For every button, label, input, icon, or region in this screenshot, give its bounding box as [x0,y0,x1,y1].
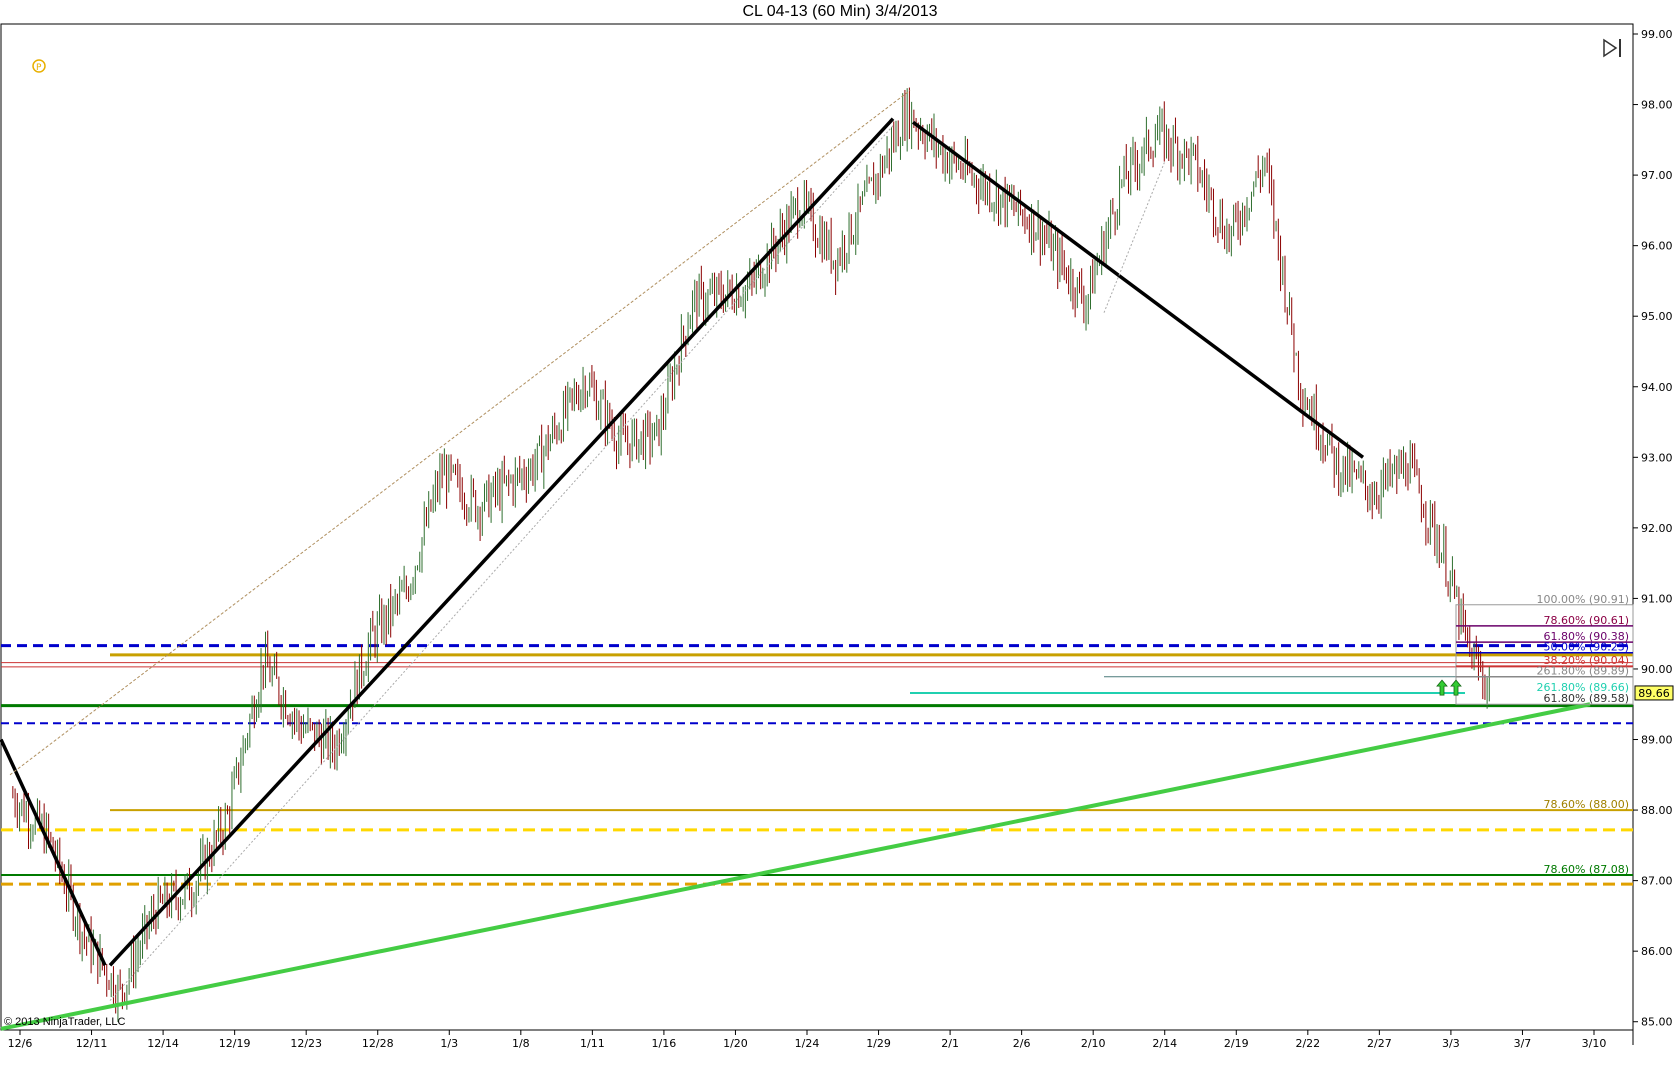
trendline-down-december [0,738,107,967]
candlestick-series [12,87,1490,1022]
y-tick-label: 99.00 [1641,28,1673,41]
fib-label: 50.00% (90.23) [1543,641,1629,654]
price-chart[interactable]: 85.00 86.00 87.00 88.00 89.00 90.00 91.00 92.00… [0,0,1680,1076]
x-tick-label: 2/6 [1013,1037,1031,1050]
y-tick-label: 85.00 [1641,1016,1673,1029]
y-tick-label: 88.00 [1641,804,1673,817]
swing-line [1103,160,1166,313]
x-tick-label: 2/14 [1152,1037,1177,1050]
fib-label: 78.60% (90.61) [1543,614,1629,627]
x-tick-label: 12/6 [8,1037,33,1050]
x-tick-label: 12/19 [219,1037,251,1050]
x-tick-label: 1/24 [795,1037,820,1050]
copyright-notice: © 2013 NinjaTrader, LLC [4,1016,126,1028]
x-tick-label: 1/11 [580,1037,605,1050]
x-tick-label: 12/23 [290,1037,322,1050]
chart-window: CL 04-13 (60 Min) 3/4/2013 85.00 86.00 87.… [0,0,1680,1076]
y-tick-label: 95.00 [1641,310,1673,323]
x-tick-label: 12/14 [147,1037,179,1050]
x-tick-label: 1/29 [866,1037,891,1050]
x-tick-label: 1/16 [652,1037,677,1050]
fib-label: 78.60% (88.00) [1543,798,1629,811]
y-tick-label: 94.00 [1641,381,1673,394]
x-tick-label: 2/1 [941,1037,959,1050]
x-tick-label: 2/27 [1367,1037,1392,1050]
x-tick-label: 3/10 [1582,1037,1607,1050]
scroll-to-end-icon[interactable] [1603,38,1618,58]
trendline-support [0,702,1591,1031]
fib-label: 261.80% (89.89) [1536,665,1629,678]
fib-label: 61.80% (89.58) [1543,692,1629,705]
x-tick-label: 3/7 [1514,1037,1532,1050]
y-tick-label: 96.00 [1641,240,1673,253]
y-tick-label: 97.00 [1641,169,1673,182]
y-tick-label: 91.00 [1641,592,1673,605]
x-tick-label: 12/11 [76,1037,108,1050]
ninjatrader-logo-letter: P [36,63,42,73]
channel-line-upper [9,90,911,776]
x-tick-label: 12/28 [362,1037,394,1050]
fib-label: 78.60% (87.08) [1543,863,1629,876]
trendline-down-february [911,120,1365,459]
y-tick-label: 98.00 [1641,99,1673,112]
x-tick-label: 3/3 [1442,1037,1460,1050]
y-tick-label: 90.00 [1641,663,1673,676]
y-tick-label: 92.00 [1641,522,1673,535]
x-tick-label: 1/8 [512,1037,530,1050]
y-tick-label: 87.00 [1641,875,1673,888]
x-tick-label: 2/19 [1224,1037,1249,1050]
plot-frame [0,23,1634,1031]
trendline-up-main [108,117,895,967]
x-tick-label: 1/3 [440,1037,458,1050]
y-tick-label: 93.00 [1641,451,1673,464]
x-tick-label: 1/20 [723,1037,748,1050]
current-price-label: 89.66 [1638,687,1670,700]
y-tick-label: 86.00 [1641,945,1673,958]
x-tick-label: 2/10 [1081,1037,1106,1050]
y-tick-label: 89.00 [1641,734,1673,747]
fib-label: 100.00% (90.91) [1536,593,1629,606]
x-tick-label: 2/22 [1295,1037,1320,1050]
